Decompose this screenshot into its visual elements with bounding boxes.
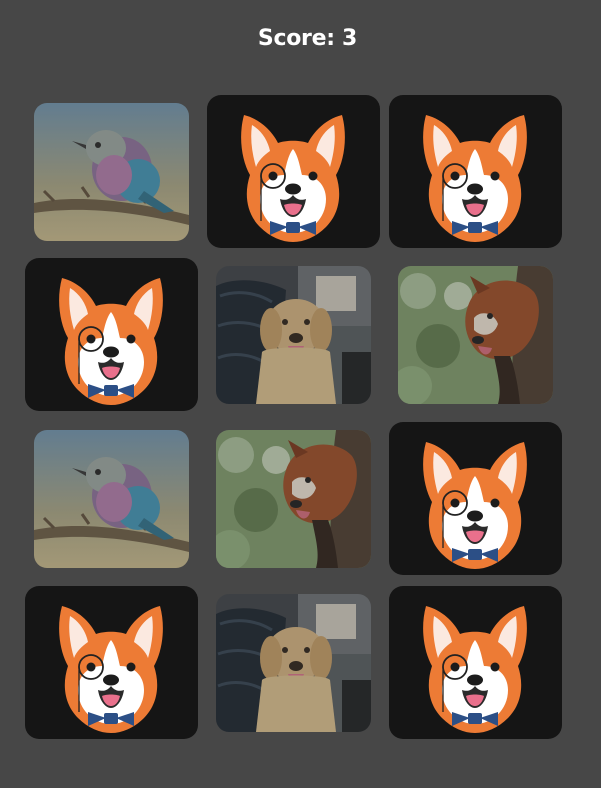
memory-card[interactable] [207, 422, 380, 575]
corgi-logo-icon [423, 606, 527, 733]
memory-card[interactable] [207, 258, 380, 411]
corgi-logo-icon [241, 115, 345, 242]
bird-photo [34, 430, 189, 568]
red-panda-photo [398, 266, 553, 404]
memory-card[interactable] [25, 258, 198, 411]
golden-retriever-photo [216, 266, 371, 404]
corgi-logo-icon [423, 115, 527, 242]
memory-card[interactable] [25, 95, 198, 248]
memory-board [0, 0, 601, 788]
corgi-logo-icon [59, 278, 163, 405]
memory-card[interactable] [389, 586, 562, 739]
memory-card[interactable] [389, 258, 562, 411]
memory-card[interactable] [207, 95, 380, 248]
golden-retriever-photo [216, 594, 371, 732]
memory-card[interactable] [389, 95, 562, 248]
memory-card[interactable] [25, 586, 198, 739]
corgi-logo-icon [59, 606, 163, 733]
memory-card[interactable] [389, 422, 562, 575]
red-panda-photo [216, 430, 371, 568]
memory-card[interactable] [25, 422, 198, 575]
memory-card[interactable] [207, 586, 380, 739]
corgi-logo-icon [423, 442, 527, 569]
bird-photo [34, 103, 189, 241]
